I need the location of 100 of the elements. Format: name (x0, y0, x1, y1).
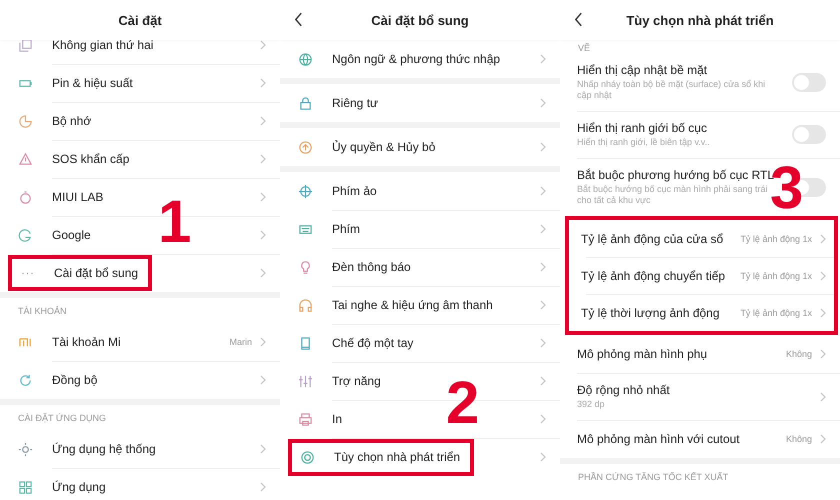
settings-row[interactable]: SOS khẩn cấp (0, 140, 280, 178)
gear-icon (18, 442, 33, 456)
settings-row[interactable]: Phím ảo (280, 172, 560, 210)
row-value: Tỷ lệ ảnh động 1x (740, 308, 812, 318)
chevron-icon (540, 262, 546, 272)
row-label: Ngôn ngữ & phương thức nhập (332, 52, 500, 66)
settings-row[interactable]: Phím (280, 210, 560, 248)
row-description: Bắt buộc hướng bố cục màn hình phải sang trái cho tất cả khu vực (577, 184, 769, 206)
settings-row[interactable]: Tỷ lệ ảnh động chuyển tiếp Tỷ lệ ảnh động 1x (569, 257, 834, 294)
row-label: Độ rộng nhỏ nhất (577, 383, 670, 397)
settings-row[interactable]: Ngôn ngữ & phương thức nhập (280, 40, 560, 78)
section-header: PHẦN CỨNG TĂNG TỐC KẾT XUẤT (578, 472, 728, 482)
row-label: Mô phỏng màn hình với cutout (577, 432, 740, 446)
chevron-icon (540, 338, 546, 348)
row-label: Pin & hiệu suất (52, 76, 133, 90)
flask-icon (18, 190, 33, 204)
row-label: Tỷ lệ ảnh động chuyển tiếp (581, 268, 726, 282)
toggle-switch[interactable] (792, 72, 826, 92)
settings-row[interactable]: Ứng dụng hệ thống (0, 430, 280, 468)
row-label: MIUI LAB (52, 190, 104, 204)
settings-row[interactable]: Cài đặt bổ sung (0, 254, 280, 292)
settings-row[interactable]: Không gian thứ hai (0, 40, 280, 64)
settings-row[interactable]: Tài khoản Mi Marin (0, 323, 280, 361)
bulb-icon (298, 260, 313, 274)
row-value: Tỷ lệ ảnh động 1x (740, 234, 812, 244)
chevron-icon (540, 414, 546, 424)
chevron-icon (540, 452, 546, 462)
globe-icon (298, 52, 313, 66)
settings-row[interactable]: Độ rộng nhỏ nhất 392 dp (560, 373, 840, 420)
settings-row[interactable]: Hiển thị ranh giới bố cục Hiển thị ranh giới, lề biên tập v.v.. (560, 111, 840, 158)
row-label: Bắt buộc phương hướng bố cục RTL (577, 168, 774, 182)
row-label: Mô phỏng màn hình phụ (577, 347, 708, 361)
chevron-icon (260, 337, 266, 347)
sync-icon (18, 372, 33, 388)
section-header: CÀI ĐẶT ỨNG DỤNG (18, 412, 106, 422)
chevron-icon (540, 300, 546, 310)
row-description: Hiển thị ranh giới, lề biên tập v.v.. (577, 137, 710, 148)
settings-row[interactable]: Ủy quyền & Hủy bỏ (280, 128, 560, 166)
chevron-icon (820, 349, 826, 359)
row-label: Ứng dụng (52, 480, 106, 494)
settings-row[interactable]: Ứng dụng (0, 468, 280, 500)
settings-row[interactable]: Tai nghe & hiệu ứng âm thanh (280, 286, 560, 324)
row-label: Chế độ một tay (332, 336, 414, 350)
settings-row[interactable]: Tỷ lệ thời lượng ảnh động Tỷ lệ ảnh động 1x (569, 294, 834, 331)
row-label: In (332, 412, 342, 426)
chevron-icon (260, 268, 266, 278)
chevron-icon (540, 186, 546, 196)
settings-row[interactable]: Tùy chọn nhà phát triển (280, 438, 560, 476)
row-label: Tỷ lệ ảnh động của cửa sổ (581, 232, 724, 246)
chevron-icon (820, 434, 826, 444)
chevron-icon (260, 482, 266, 492)
row-value: Tỷ lệ ảnh động 1x (740, 270, 812, 280)
row-label: Riêng tư (332, 96, 378, 110)
chevron-icon (540, 224, 546, 234)
chevron-icon (260, 444, 266, 454)
row-label: Google (52, 228, 91, 242)
row-label: Đồng bộ (52, 373, 98, 387)
toggle-switch[interactable] (792, 125, 826, 144)
row-label: Cài đặt bổ sung (54, 266, 138, 280)
row-label: Ủy quyền & Hủy bỏ (332, 140, 436, 154)
settings-row[interactable]: Đồng bộ (0, 361, 280, 399)
settings-row[interactable]: Đèn thông báo (280, 248, 560, 286)
settings-row[interactable]: Chế độ một tay (280, 324, 560, 362)
warning-icon (18, 152, 33, 166)
row-label: Đèn thông báo (332, 260, 411, 274)
row-label: Phím ảo (332, 184, 377, 198)
chevron-icon (540, 54, 546, 64)
settings-row[interactable]: Pin & hiệu suất (0, 64, 280, 102)
screen-title: Cài đặt (118, 12, 162, 28)
step-number: 2 (446, 381, 480, 425)
phone-icon (298, 336, 313, 350)
screen-title: Tùy chọn nhà phát triển (626, 12, 774, 28)
pie-chart-icon (18, 114, 33, 128)
settings-row[interactable]: Tỷ lệ ảnh động của cửa sổ Tỷ lệ ảnh động 1x (569, 220, 834, 257)
row-label: Ứng dụng hệ thống (52, 442, 156, 456)
row-label: Trợ năng (332, 374, 381, 388)
settings-row[interactable]: Mô phỏng màn hình với cutout Không (560, 420, 840, 458)
g-logo-icon (18, 228, 33, 242)
upload-icon (298, 140, 313, 154)
row-label: Hiển thị ranh giới bố cục (577, 121, 708, 135)
chevron-icon (260, 375, 266, 385)
chevron-icon (820, 234, 826, 244)
row-label: Tùy chọn nhà phát triển (334, 450, 460, 464)
row-label: SOS khẩn cấp (52, 152, 130, 166)
step-number: 1 (158, 200, 192, 244)
crosshair-icon (298, 184, 313, 198)
settings-row[interactable]: Riêng tư (280, 84, 560, 122)
row-label: Phím (332, 222, 360, 236)
row-description: Nhấp nháy toàn bộ bề mặt (surface) cửa sổ khi cập nhật (577, 79, 766, 101)
settings-row[interactable]: Bộ nhớ (0, 102, 280, 140)
section-header: VẼ (578, 43, 590, 53)
printer-icon (298, 412, 313, 426)
chevron-icon (260, 154, 266, 164)
row-value: Không (786, 434, 812, 444)
settings-row[interactable]: Hiển thị cập nhật bề mặt Nhấp nháy toàn bộ bề mặt (surface) cửa sổ khi cập nhật (560, 53, 840, 111)
settings-row[interactable]: Mô phỏng màn hình phụ Không (560, 335, 840, 373)
row-label: Không gian thứ hai (52, 40, 154, 52)
row-value: Không (786, 349, 812, 359)
row-value: Marin (229, 337, 252, 347)
grid-icon (18, 480, 33, 494)
